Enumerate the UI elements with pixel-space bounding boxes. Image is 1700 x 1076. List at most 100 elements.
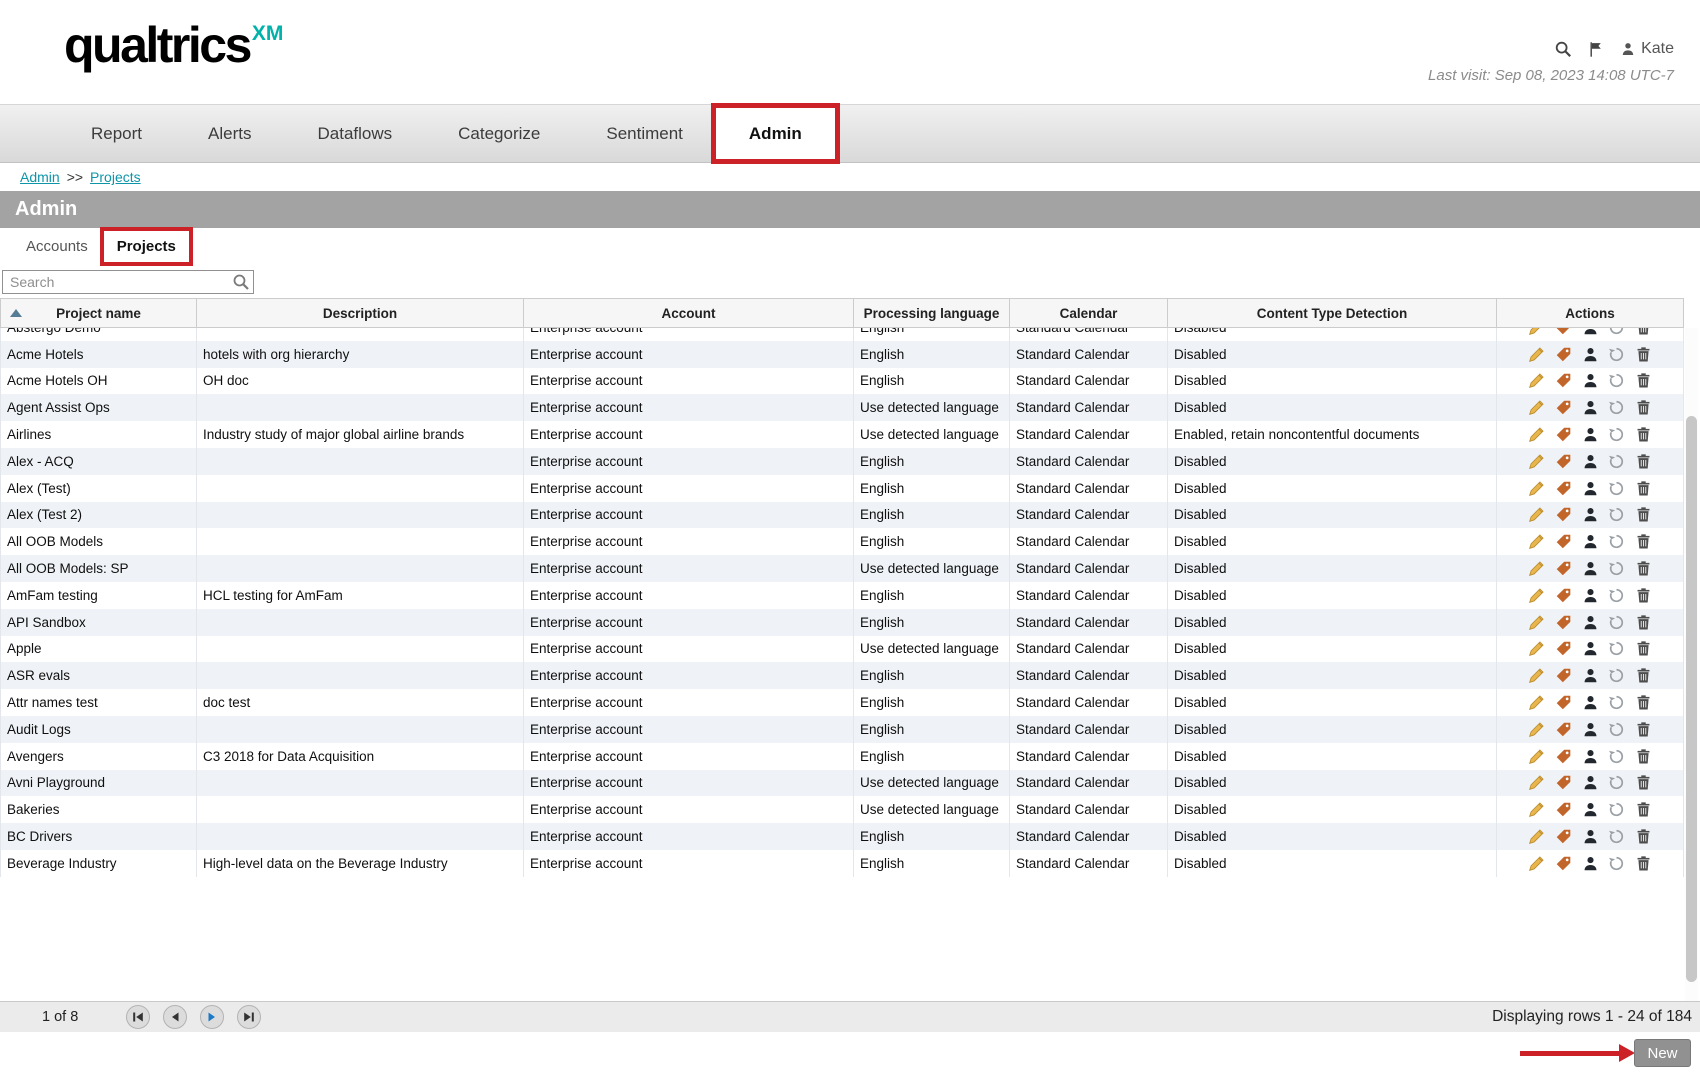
user-menu[interactable]: Kate — [1620, 40, 1674, 58]
column-calendar[interactable]: Calendar — [1010, 299, 1168, 328]
first-page-button[interactable] — [126, 1005, 150, 1029]
assign-user-icon[interactable] — [1582, 694, 1599, 711]
edit-icon[interactable] — [1528, 453, 1545, 470]
tag-icon[interactable] — [1555, 828, 1572, 845]
table-row[interactable]: ASR evals Enterprise account English Sta… — [1, 662, 1684, 689]
edit-icon[interactable] — [1528, 694, 1545, 711]
assign-user-icon[interactable] — [1582, 667, 1599, 684]
search-icon[interactable] — [1554, 40, 1572, 58]
tab-accounts[interactable]: Accounts — [12, 234, 102, 259]
nav-item-dataflows[interactable]: Dataflows — [285, 105, 426, 162]
tag-icon[interactable] — [1555, 480, 1572, 497]
delete-icon[interactable] — [1635, 560, 1652, 577]
column-processing-language[interactable]: Processing language — [854, 299, 1010, 328]
assign-user-icon[interactable] — [1582, 855, 1599, 872]
tag-icon[interactable] — [1555, 774, 1572, 791]
delete-icon[interactable] — [1635, 774, 1652, 791]
table-row[interactable]: Acme Hotels OH OH doc Enterprise account… — [1, 368, 1684, 395]
table-row[interactable]: All OOB Models: SP Enterprise account Us… — [1, 555, 1684, 582]
delete-icon[interactable] — [1635, 640, 1652, 657]
refresh-icon[interactable] — [1608, 399, 1625, 416]
table-row[interactable]: Agent Assist Ops Enterprise account Use … — [1, 394, 1684, 421]
delete-icon[interactable] — [1635, 721, 1652, 738]
assign-user-icon[interactable] — [1582, 372, 1599, 389]
tag-icon[interactable] — [1555, 328, 1572, 336]
delete-icon[interactable] — [1635, 614, 1652, 631]
delete-icon[interactable] — [1635, 533, 1652, 550]
assign-user-icon[interactable] — [1582, 346, 1599, 363]
tag-icon[interactable] — [1555, 506, 1572, 523]
edit-icon[interactable] — [1528, 721, 1545, 738]
refresh-icon[interactable] — [1608, 694, 1625, 711]
assign-user-icon[interactable] — [1582, 587, 1599, 604]
column-content-type-detection[interactable]: Content Type Detection — [1168, 299, 1497, 328]
refresh-icon[interactable] — [1608, 587, 1625, 604]
table-row[interactable]: Alex (Test 2) Enterprise account English… — [1, 502, 1684, 529]
refresh-icon[interactable] — [1608, 667, 1625, 684]
nav-item-alerts[interactable]: Alerts — [175, 105, 284, 162]
scrollbar-thumb[interactable] — [1686, 416, 1697, 982]
refresh-icon[interactable] — [1608, 748, 1625, 765]
refresh-icon[interactable] — [1608, 328, 1625, 336]
table-row[interactable]: AmFam testing HCL testing for AmFam Ente… — [1, 582, 1684, 609]
assign-user-icon[interactable] — [1582, 533, 1599, 550]
tag-icon[interactable] — [1555, 694, 1572, 711]
refresh-icon[interactable] — [1608, 774, 1625, 791]
table-row[interactable]: Alex - ACQ Enterprise account English St… — [1, 448, 1684, 475]
tab-projects[interactable]: Projects — [102, 234, 190, 259]
tag-icon[interactable] — [1555, 587, 1572, 604]
assign-user-icon[interactable] — [1582, 328, 1599, 336]
delete-icon[interactable] — [1635, 694, 1652, 711]
tag-icon[interactable] — [1555, 640, 1572, 657]
assign-user-icon[interactable] — [1582, 801, 1599, 818]
assign-user-icon[interactable] — [1582, 426, 1599, 443]
table-row[interactable]: Airlines Industry study of major global … — [1, 421, 1684, 448]
edit-icon[interactable] — [1528, 774, 1545, 791]
tag-icon[interactable] — [1555, 346, 1572, 363]
delete-icon[interactable] — [1635, 346, 1652, 363]
refresh-icon[interactable] — [1608, 426, 1625, 443]
refresh-icon[interactable] — [1608, 614, 1625, 631]
delete-icon[interactable] — [1635, 506, 1652, 523]
edit-icon[interactable] — [1528, 614, 1545, 631]
edit-icon[interactable] — [1528, 480, 1545, 497]
assign-user-icon[interactable] — [1582, 721, 1599, 738]
delete-icon[interactable] — [1635, 855, 1652, 872]
tag-icon[interactable] — [1555, 721, 1572, 738]
refresh-icon[interactable] — [1608, 855, 1625, 872]
delete-icon[interactable] — [1635, 828, 1652, 845]
column-account[interactable]: Account — [524, 299, 854, 328]
assign-user-icon[interactable] — [1582, 640, 1599, 657]
table-row[interactable]: API Sandbox Enterprise account English S… — [1, 609, 1684, 636]
delete-icon[interactable] — [1635, 480, 1652, 497]
edit-icon[interactable] — [1528, 748, 1545, 765]
delete-icon[interactable] — [1635, 748, 1652, 765]
nav-item-report[interactable]: Report — [58, 105, 175, 162]
column-project-name[interactable]: Project name — [1, 299, 197, 328]
table-row[interactable]: BC Drivers Enterprise account English St… — [1, 823, 1684, 850]
vertical-scrollbar[interactable] — [1685, 328, 1698, 1001]
edit-icon[interactable] — [1528, 828, 1545, 845]
table-row[interactable]: Abstergo Demo Enterprise account English… — [1, 328, 1684, 341]
nav-item-sentiment[interactable]: Sentiment — [573, 105, 716, 162]
tag-icon[interactable] — [1555, 667, 1572, 684]
table-row[interactable]: All OOB Models Enterprise account Englis… — [1, 528, 1684, 555]
refresh-icon[interactable] — [1608, 560, 1625, 577]
delete-icon[interactable] — [1635, 399, 1652, 416]
last-page-button[interactable] — [237, 1005, 261, 1029]
flag-icon[interactable] — [1588, 41, 1604, 58]
refresh-icon[interactable] — [1608, 453, 1625, 470]
tag-icon[interactable] — [1555, 453, 1572, 470]
table-row[interactable]: Apple Enterprise account Use detected la… — [1, 636, 1684, 663]
edit-icon[interactable] — [1528, 399, 1545, 416]
assign-user-icon[interactable] — [1582, 828, 1599, 845]
delete-icon[interactable] — [1635, 426, 1652, 443]
new-project-button[interactable]: New — [1634, 1039, 1691, 1067]
refresh-icon[interactable] — [1608, 533, 1625, 550]
table-row[interactable]: Avengers C3 2018 for Data Acquisition En… — [1, 743, 1684, 770]
edit-icon[interactable] — [1528, 372, 1545, 389]
table-row[interactable]: Avni Playground Enterprise account Use d… — [1, 770, 1684, 797]
edit-icon[interactable] — [1528, 560, 1545, 577]
tag-icon[interactable] — [1555, 748, 1572, 765]
refresh-icon[interactable] — [1608, 372, 1625, 389]
